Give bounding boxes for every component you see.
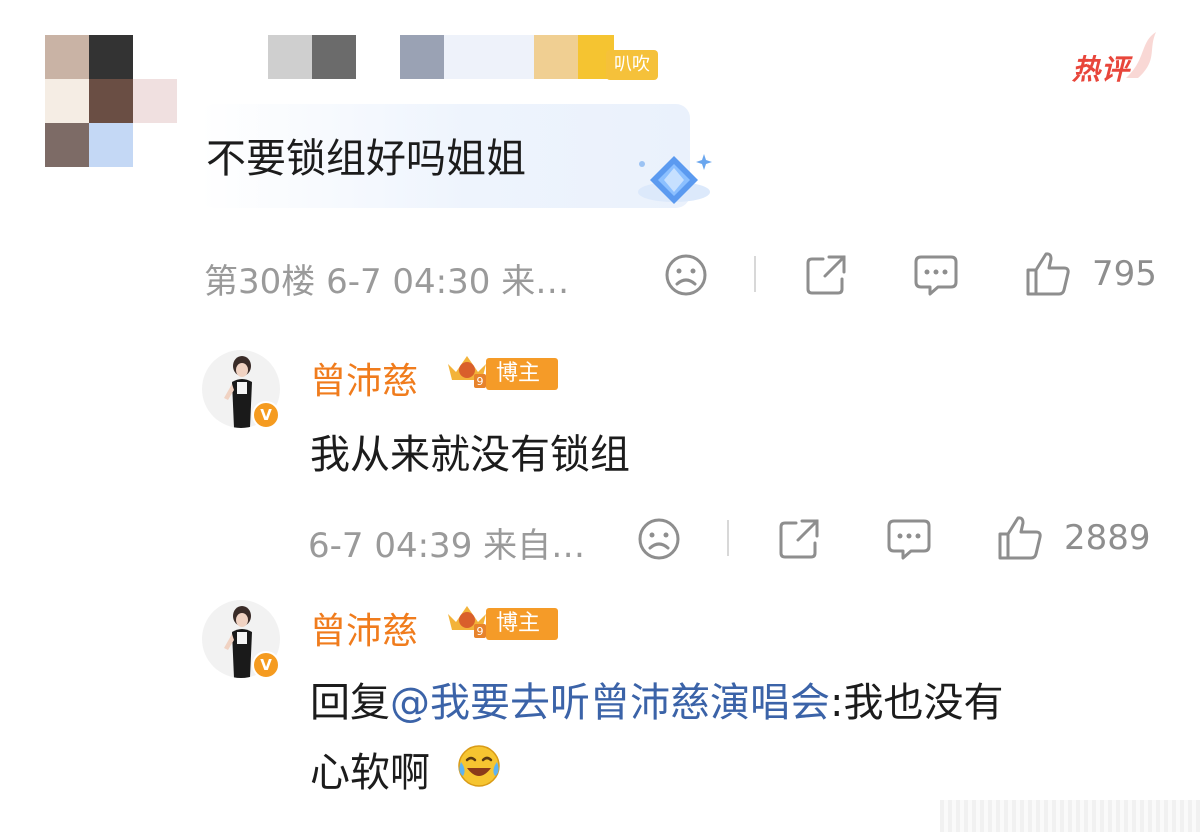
- username[interactable]: 曾沛慈: [310, 352, 418, 404]
- username[interactable]: 曾沛慈: [310, 602, 418, 654]
- fan-tag: 叭吹: [606, 50, 658, 80]
- reply-text-line1: 回复@我要去听曾沛慈演唱会:我也没有: [310, 670, 1003, 728]
- name-pixel: [268, 35, 312, 79]
- crown-level-icon: 9: [448, 356, 486, 388]
- reply-meta: 6-7 04:39 来自…: [308, 526, 586, 566]
- avatar-pixel: [45, 35, 89, 79]
- avatar-pixel: [133, 79, 177, 123]
- like-count: 2889: [1064, 518, 1151, 558]
- blogger-badge: 博主: [486, 608, 558, 640]
- flame-icon: [1126, 32, 1156, 78]
- reply-prefix: 回复: [310, 680, 390, 726]
- avatar-pixel: [89, 35, 133, 79]
- verified-v-icon: V: [252, 651, 280, 679]
- svg-text:9: 9: [477, 625, 484, 638]
- reply-line2: 心软啊: [310, 750, 430, 796]
- share-icon[interactable]: [803, 252, 849, 298]
- frown-face-icon[interactable]: [636, 516, 682, 562]
- like-count: 795: [1092, 254, 1157, 294]
- share-icon[interactable]: [776, 516, 822, 562]
- name-pixel: [400, 35, 444, 79]
- watermark: [940, 800, 1200, 832]
- comment-text: 不要锁组好吗姐姐: [206, 136, 526, 182]
- blogger-badge: 博主: [486, 358, 558, 390]
- avatar-pixel: [45, 123, 89, 167]
- comment-icon[interactable]: [885, 516, 933, 562]
- thumbs-up-icon[interactable]: [996, 514, 1044, 562]
- verified-v-icon: V: [252, 401, 280, 429]
- thumbs-up-icon[interactable]: [1024, 250, 1072, 298]
- avatar-pixel: [89, 123, 133, 167]
- name-pixel: [534, 35, 578, 79]
- reply-rest: :我也没有: [830, 680, 1004, 726]
- svg-text:9: 9: [477, 375, 484, 388]
- mention-link[interactable]: @我要去听曾沛慈演唱会: [390, 680, 830, 726]
- comment-icon[interactable]: [912, 252, 960, 298]
- diamond-badge-icon: [638, 154, 712, 204]
- comment-meta: 第30楼 6-7 04:30 来…: [204, 262, 570, 302]
- name-pixel: [444, 35, 534, 79]
- reply-text-line2: 心软啊: [310, 740, 430, 798]
- laugh-cry-emoji-icon: [458, 745, 500, 787]
- divider: [754, 256, 756, 292]
- divider: [727, 520, 729, 556]
- reply-text: 我从来就没有锁组: [310, 432, 630, 478]
- name-pixel: [312, 35, 356, 79]
- frown-face-icon[interactable]: [663, 252, 709, 298]
- avatar-pixel: [89, 79, 133, 123]
- crown-level-icon: 9: [448, 606, 486, 638]
- avatar-pixel: [45, 79, 89, 123]
